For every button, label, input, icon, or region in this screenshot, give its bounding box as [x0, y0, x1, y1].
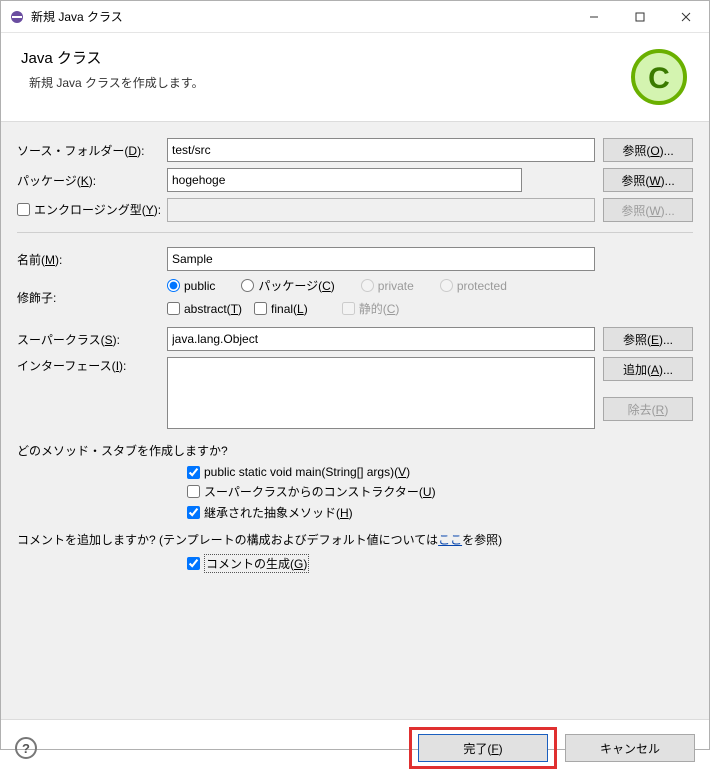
- label-stubs-question: どのメソッド・スタブを作成しますか?: [17, 442, 693, 459]
- close-button[interactable]: [663, 1, 709, 33]
- window-title: 新規 Java クラス: [31, 8, 123, 25]
- divider: [17, 232, 693, 233]
- label-superclass: スーパークラス(S):: [17, 331, 167, 348]
- dialog-header: Java クラス 新規 Java クラスを作成します。 C: [1, 33, 709, 122]
- interfaces-list[interactable]: [167, 357, 595, 429]
- label-modifiers: 修飾子:: [17, 289, 167, 306]
- dialog-footer: ? 完了(F) キャンセル: [1, 720, 709, 776]
- enclosing-checkbox[interactable]: [17, 203, 30, 216]
- dialog-body: ソース・フォルダー(D): 参照(O)... パッケージ(K): 参照(W)..…: [1, 122, 709, 720]
- modifier-static-checkbox: [342, 302, 355, 315]
- header-description: 新規 Java クラスを作成します。: [21, 74, 629, 91]
- name-input[interactable]: [167, 247, 595, 271]
- superclass-input[interactable]: [167, 327, 595, 351]
- label-source-folder: ソース・フォルダー(D):: [17, 142, 167, 159]
- modifier-public-radio[interactable]: [167, 279, 180, 292]
- label-name: 名前(M):: [17, 251, 167, 268]
- stub-inherited-abstract-checkbox[interactable]: [187, 506, 200, 519]
- browse-enclosing-button: 参照(W)...: [603, 198, 693, 222]
- app-icon: [9, 9, 25, 25]
- browse-superclass-button[interactable]: 参照(E)...: [603, 327, 693, 351]
- class-icon: C: [629, 47, 689, 107]
- maximize-button[interactable]: [617, 1, 663, 33]
- browse-package-button[interactable]: 参照(W)...: [603, 168, 693, 192]
- remove-interface-button: 除去(R): [603, 397, 693, 421]
- stub-super-constructor-checkbox[interactable]: [187, 485, 200, 498]
- svg-text:C: C: [648, 62, 670, 95]
- header-title: Java クラス: [21, 47, 629, 68]
- stub-main-checkbox[interactable]: [187, 466, 200, 479]
- minimize-button[interactable]: [571, 1, 617, 33]
- modifier-final-checkbox[interactable]: [254, 302, 267, 315]
- modifier-private-radio: [361, 279, 374, 292]
- browse-source-button[interactable]: 参照(O)...: [603, 138, 693, 162]
- modifier-package-radio[interactable]: [241, 279, 254, 292]
- generate-comments-checkbox[interactable]: [187, 557, 200, 570]
- help-icon[interactable]: ?: [15, 737, 37, 759]
- source-folder-input[interactable]: [167, 138, 595, 162]
- label-comments-question: コメントを追加しますか? (テンプレートの構成およびデフォルト値についてはここを…: [17, 531, 693, 548]
- finish-button[interactable]: 完了(F): [418, 734, 548, 762]
- modifier-protected-radio: [440, 279, 453, 292]
- label-package: パッケージ(K):: [17, 172, 167, 189]
- label-interfaces: インターフェース(I):: [17, 357, 167, 374]
- cancel-button[interactable]: キャンセル: [565, 734, 695, 762]
- add-interface-button[interactable]: 追加(A)...: [603, 357, 693, 381]
- package-input[interactable]: [167, 168, 522, 192]
- finish-highlight: 完了(F): [409, 727, 557, 769]
- titlebar: 新規 Java クラス: [1, 1, 709, 33]
- label-enclosing: エンクロージング型(Y):: [17, 201, 167, 219]
- modifier-abstract-checkbox[interactable]: [167, 302, 180, 315]
- enclosing-input: [167, 198, 595, 222]
- template-config-link[interactable]: ここ: [438, 533, 462, 547]
